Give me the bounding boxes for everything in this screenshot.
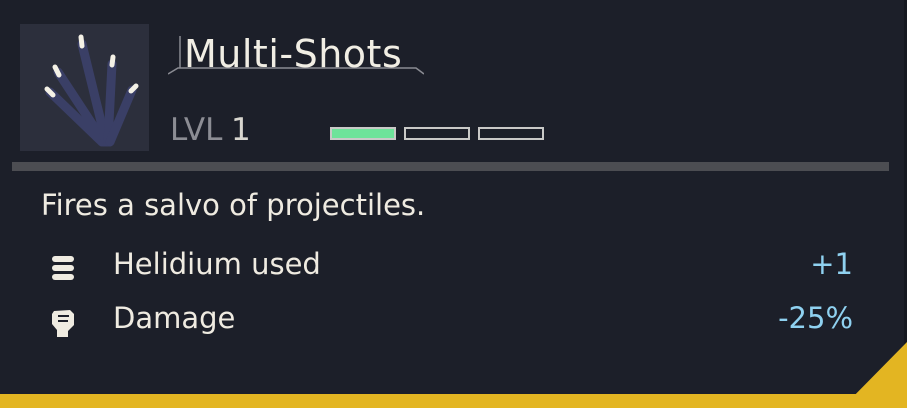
divider [12,162,889,171]
level-segment-3 [478,127,544,140]
level-segment-1 [330,127,396,140]
level-label: LVL [170,112,223,148]
level-segment-2 [404,127,470,140]
stat-value-helidium: +1 [810,247,853,281]
rarity-bar [0,394,907,408]
stat-label-damage: Damage [113,301,236,335]
stack-icon [46,252,80,286]
corner-accent [842,342,907,408]
ability-title-plate: Multi-Shots [168,30,424,78]
multi-shot-icon [44,34,139,147]
ability-description: Fires a salvo of projectiles. [41,188,426,222]
stat-value-damage: -25% [778,301,853,335]
level-value: 1 [231,112,251,148]
stat-label-helidium: Helidium used [113,247,321,281]
ability-title: Multi-Shots [184,32,403,76]
ability-tooltip-card: Multi-Shots LVL 1 Fires a salvo of proje… [0,0,907,408]
fist-icon [46,305,80,339]
ability-icon-frame [20,24,149,151]
